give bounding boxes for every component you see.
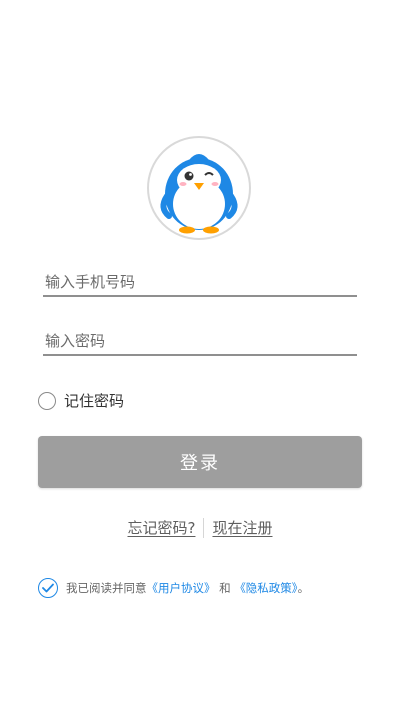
user-agreement-link[interactable]: 《用户协议》 — [147, 581, 216, 595]
remember-radio[interactable] — [38, 391, 56, 410]
privacy-policy-link[interactable]: 《隐私政策》 — [234, 581, 297, 595]
avatar-frame — [147, 136, 251, 240]
agreement-suffix: 。 — [297, 581, 310, 595]
agreement-row: 我已阅读并同意《用户协议》 和 《隐私政策》。 — [38, 578, 309, 598]
remember-password-label: 记住密码 — [64, 392, 125, 410]
link-divider — [203, 517, 205, 538]
forgot-password-link[interactable]: 忘记密码? — [128, 517, 196, 538]
remember-password-option[interactable]: 记住密码 — [38, 390, 124, 411]
agreement-check-icon[interactable] — [38, 578, 58, 598]
phone-input[interactable] — [43, 271, 361, 293]
agreement-and: 和 — [219, 581, 231, 595]
penguin-logo-icon — [160, 154, 238, 234]
login-button[interactable]: 登录 — [38, 436, 362, 488]
agreement-prefix: 我已阅读并同意 — [66, 581, 147, 595]
checkmark-icon — [42, 583, 54, 593]
register-link[interactable]: 现在注册 — [212, 517, 272, 538]
password-input[interactable] — [43, 330, 361, 352]
avatar — [147, 136, 251, 240]
phone-field[interactable] — [43, 271, 361, 297]
password-field[interactable] — [43, 330, 361, 356]
auth-links: 忘记密码? 现在注册 — [0, 517, 400, 538]
